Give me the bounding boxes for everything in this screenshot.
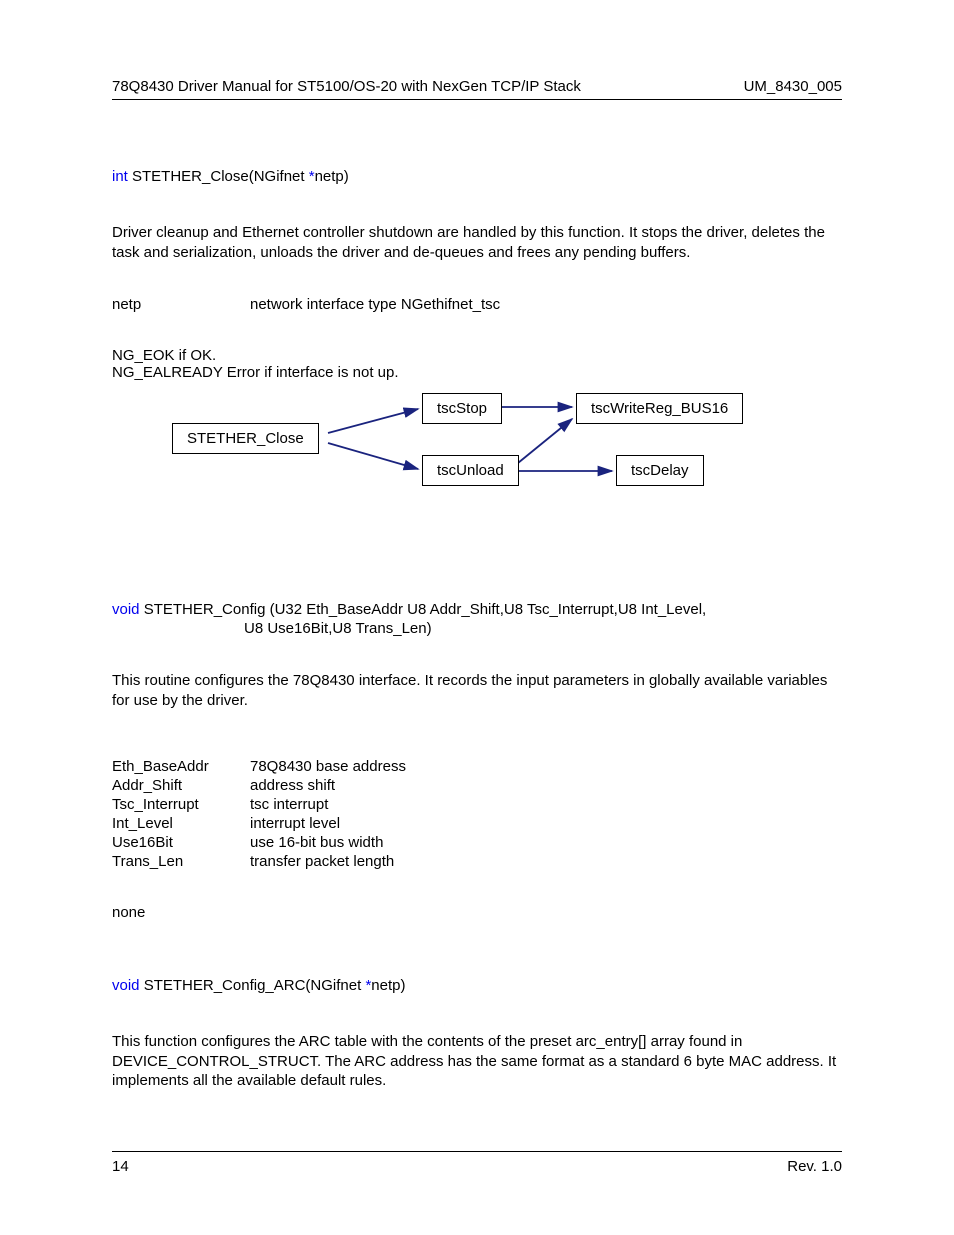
page-header: 78Q8430 Driver Manual for ST5100/OS-20 w… [112,78,842,100]
return-line: none [112,904,842,921]
arc-description: This function configures the ARC table w… [112,1032,842,1091]
config-prototype-line2: U8 Use16Bit,U8 Trans_Len) [112,620,842,637]
param-row: Eth_BaseAddr78Q8430 base address [112,758,842,775]
close-description: Driver cleanup and Ethernet controller s… [112,223,842,262]
config-params: Eth_BaseAddr78Q8430 base addressAddr_Shi… [112,758,842,870]
node-tscdelay: tscDelay [616,455,704,486]
arc-prototype: void STETHER_Config_ARC(NGifnet *netp) [112,977,842,994]
param-name: Trans_Len [112,853,250,870]
param-desc: network interface type NGethifnet_tsc [250,296,842,313]
param-name: Tsc_Interrupt [112,796,250,813]
proto-text: STETHER_Config (U32 Eth_BaseAddr U8 Addr… [140,601,707,618]
keyword-void: void [112,601,140,618]
param-name: Use16Bit [112,834,250,851]
node-tscwritereg: tscWriteReg_BUS16 [576,393,743,424]
return-line: NG_EOK if OK. [112,347,842,364]
keyword-void: void [112,977,140,994]
param-row: Tsc_Interrupttsc interrupt [112,796,842,813]
param-name: Eth_BaseAddr [112,758,250,775]
footer-rev: Rev. 1.0 [787,1158,842,1175]
param-desc: transfer packet length [250,853,842,870]
param-desc: interrupt level [250,815,842,832]
param-desc: use 16-bit bus width [250,834,842,851]
keyword-int: int [112,168,128,185]
param-row: Addr_Shiftaddress shift [112,777,842,794]
config-description: This routine configures the 78Q8430 inte… [112,671,842,710]
node-tscstop: tscStop [422,393,502,424]
param-row: Int_Levelinterrupt level [112,815,842,832]
param-name: Addr_Shift [112,777,250,794]
node-tscunload: tscUnload [422,455,519,486]
param-row: Use16Bituse 16-bit bus width [112,834,842,851]
header-right: UM_8430_005 [744,78,842,95]
config-prototype: void STETHER_Config (U32 Eth_BaseAddr U8… [112,601,842,618]
param-desc: tsc interrupt [250,796,842,813]
param-name: Int_Level [112,815,250,832]
param-desc: address shift [250,777,842,794]
param-desc: 78Q8430 base address [250,758,842,775]
param-row: netp network interface type NGethifnet_t… [112,296,842,313]
return-line: NG_EALREADY Error if interface is not up… [112,364,842,381]
proto-text: STETHER_Close(NGifnet [128,168,309,185]
page-footer: 14 Rev. 1.0 [112,1151,842,1175]
proto-text: netp) [315,168,349,185]
close-call-diagram: STETHER_Close tscStop tscUnload tscWrite… [172,391,812,511]
proto-text: netp) [371,977,405,994]
header-left: 78Q8430 Driver Manual for ST5100/OS-20 w… [112,78,581,95]
node-stether-close: STETHER_Close [172,423,319,454]
footer-page: 14 [112,1158,129,1175]
param-name: netp [112,296,250,313]
proto-text: STETHER_Config_ARC(NGifnet [140,977,366,994]
close-prototype: int STETHER_Close(NGifnet *netp) [112,168,842,185]
param-row: Trans_Lentransfer packet length [112,853,842,870]
